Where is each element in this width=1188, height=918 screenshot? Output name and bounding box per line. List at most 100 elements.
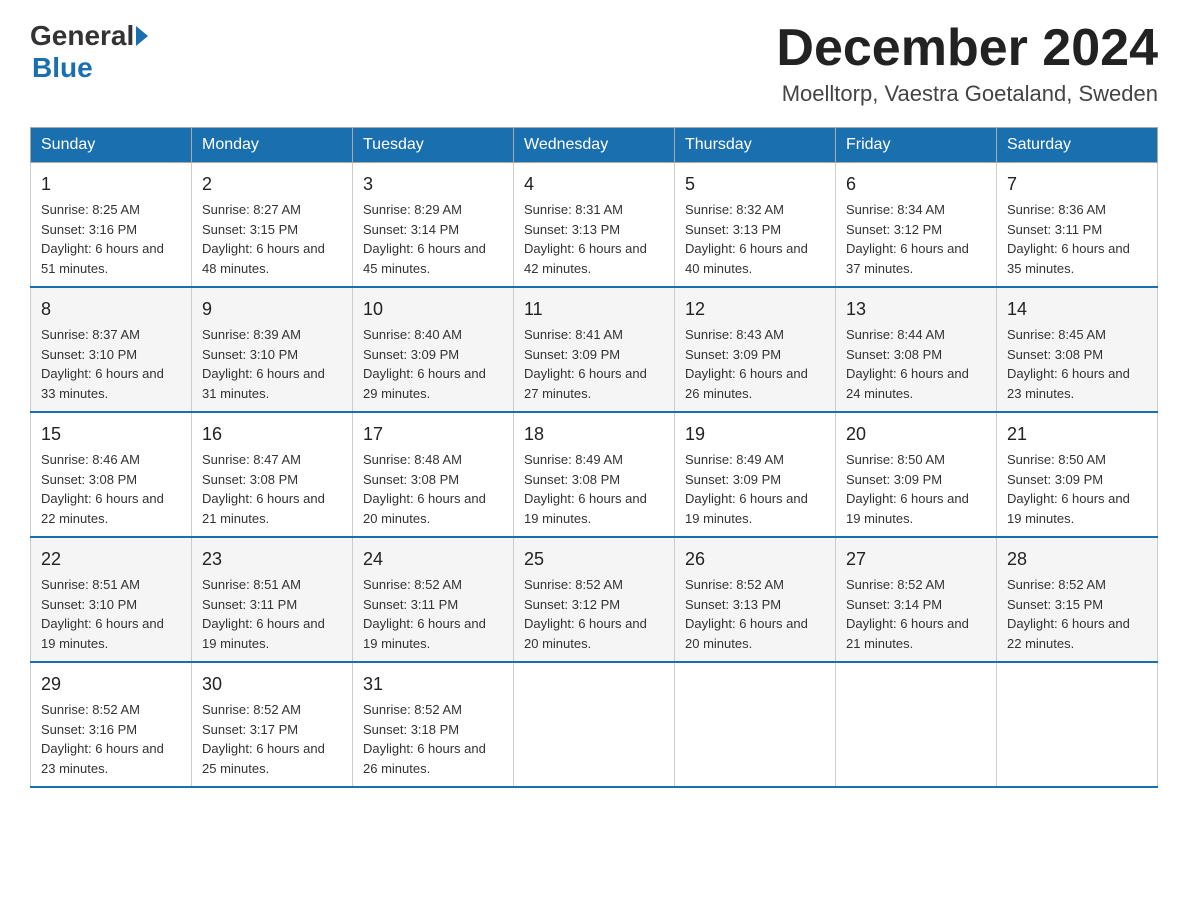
sunset-text: Sunset: 3:10 PM: [41, 347, 137, 362]
sunrise-text: Sunrise: 8:45 AM: [1007, 327, 1106, 342]
day-number: 15: [41, 421, 181, 448]
sunset-text: Sunset: 3:10 PM: [202, 347, 298, 362]
calendar-cell: [997, 662, 1158, 787]
day-number: 17: [363, 421, 503, 448]
daylight-text: Daylight: 6 hours and 19 minutes.: [1007, 491, 1130, 526]
daylight-text: Daylight: 6 hours and 29 minutes.: [363, 366, 486, 401]
day-number: 8: [41, 296, 181, 323]
day-number: 6: [846, 171, 986, 198]
calendar-cell: 5Sunrise: 8:32 AMSunset: 3:13 PMDaylight…: [675, 163, 836, 288]
daylight-text: Daylight: 6 hours and 19 minutes.: [202, 616, 325, 651]
sunrise-text: Sunrise: 8:52 AM: [363, 577, 462, 592]
calendar-cell: 29Sunrise: 8:52 AMSunset: 3:16 PMDayligh…: [31, 662, 192, 787]
sunrise-text: Sunrise: 8:39 AM: [202, 327, 301, 342]
day-number: 26: [685, 546, 825, 573]
calendar-table: Sunday Monday Tuesday Wednesday Thursday…: [30, 127, 1158, 788]
sunrise-text: Sunrise: 8:46 AM: [41, 452, 140, 467]
sunrise-text: Sunrise: 8:36 AM: [1007, 202, 1106, 217]
title-block: December 2024 Moelltorp, Vaestra Goetala…: [776, 20, 1158, 107]
calendar-cell: 31Sunrise: 8:52 AMSunset: 3:18 PMDayligh…: [353, 662, 514, 787]
daylight-text: Daylight: 6 hours and 20 minutes.: [524, 616, 647, 651]
daylight-text: Daylight: 6 hours and 20 minutes.: [685, 616, 808, 651]
calendar-week-4: 22 Sunrise: 8:51 AM Sunset: 3:10 PM Dayligh…: [31, 537, 1158, 662]
month-title: December 2024: [776, 20, 1158, 77]
sunset-text: Sunset: 3:13 PM: [685, 222, 781, 237]
sunrise-text: Sunrise: 8:52 AM: [202, 702, 301, 717]
header-row: Sunday Monday Tuesday Wednesday Thursday…: [31, 128, 1158, 163]
day-number: 9: [202, 296, 342, 323]
daylight-text: Daylight: 6 hours and 22 minutes.: [41, 491, 164, 526]
sunrise-text: Sunrise: 8:51 AM: [41, 577, 140, 592]
calendar-cell: 10Sunrise: 8:40 AMSunset: 3:09 PMDayligh…: [353, 287, 514, 412]
day-number: 14: [1007, 296, 1147, 323]
calendar-cell: 6Sunrise: 8:34 AMSunset: 3:12 PMDaylight…: [836, 163, 997, 288]
daylight-text: Daylight: 6 hours and 19 minutes.: [524, 491, 647, 526]
daylight-text: Daylight: 6 hours and 33 minutes.: [41, 366, 164, 401]
day-number: 2: [202, 171, 342, 198]
day-number: 31: [363, 671, 503, 698]
day-number: 12: [685, 296, 825, 323]
sunrise-text: Sunrise: 8:44 AM: [846, 327, 945, 342]
calendar-cell: 18Sunrise: 8:49 AMSunset: 3:08 PMDayligh…: [514, 412, 675, 537]
sunrise-text: Sunrise: 8:29 AM: [363, 202, 462, 217]
col-sunday: Sunday: [31, 128, 192, 163]
day-number: 20: [846, 421, 986, 448]
logo-general-text: General: [30, 20, 134, 52]
sunrise-text: Sunrise: 8:52 AM: [363, 702, 462, 717]
day-number: 25: [524, 546, 664, 573]
calendar-week-3: 15 Sunrise: 8:46 AM Sunset: 3:08 PM Dayligh…: [31, 412, 1158, 537]
col-friday: Friday: [836, 128, 997, 163]
day-number: 10: [363, 296, 503, 323]
calendar-cell: 27Sunrise: 8:52 AMSunset: 3:14 PMDayligh…: [836, 537, 997, 662]
day-number: 11: [524, 296, 664, 323]
sunrise-text: Sunrise: 8:52 AM: [685, 577, 784, 592]
sunset-text: Sunset: 3:14 PM: [363, 222, 459, 237]
daylight-text: Daylight: 6 hours and 26 minutes.: [685, 366, 808, 401]
sunrise-text: Sunrise: 8:37 AM: [41, 327, 140, 342]
daylight-text: Daylight: 6 hours and 40 minutes.: [685, 241, 808, 276]
sunset-text: Sunset: 3:15 PM: [1007, 597, 1103, 612]
logo-blue-text: Blue: [32, 52, 93, 84]
day-number: 22: [41, 546, 181, 573]
sunset-text: Sunset: 3:13 PM: [685, 597, 781, 612]
calendar-cell: 11Sunrise: 8:41 AMSunset: 3:09 PMDayligh…: [514, 287, 675, 412]
day-number: 13: [846, 296, 986, 323]
sunset-text: Sunset: 3:10 PM: [41, 597, 137, 612]
sunset-text: Sunset: 3:17 PM: [202, 722, 298, 737]
day-number: 1: [41, 171, 181, 198]
sunset-text: Sunset: 3:08 PM: [1007, 347, 1103, 362]
sunrise-text: Sunrise: 8:49 AM: [524, 452, 623, 467]
location-text: Moelltorp, Vaestra Goetaland, Sweden: [776, 81, 1158, 107]
daylight-text: Daylight: 6 hours and 20 minutes.: [363, 491, 486, 526]
daylight-text: Daylight: 6 hours and 19 minutes.: [685, 491, 808, 526]
sunset-text: Sunset: 3:08 PM: [524, 472, 620, 487]
sunset-text: Sunset: 3:13 PM: [524, 222, 620, 237]
day-number: 19: [685, 421, 825, 448]
calendar-cell: 20Sunrise: 8:50 AMSunset: 3:09 PMDayligh…: [836, 412, 997, 537]
calendar-cell: 12Sunrise: 8:43 AMSunset: 3:09 PMDayligh…: [675, 287, 836, 412]
sunset-text: Sunset: 3:12 PM: [524, 597, 620, 612]
daylight-text: Daylight: 6 hours and 35 minutes.: [1007, 241, 1130, 276]
sunset-text: Sunset: 3:16 PM: [41, 222, 137, 237]
sunset-text: Sunset: 3:08 PM: [41, 472, 137, 487]
sunrise-text: Sunrise: 8:34 AM: [846, 202, 945, 217]
day-number: 5: [685, 171, 825, 198]
col-tuesday: Tuesday: [353, 128, 514, 163]
calendar-cell: 16Sunrise: 8:47 AMSunset: 3:08 PMDayligh…: [192, 412, 353, 537]
daylight-text: Daylight: 6 hours and 25 minutes.: [202, 741, 325, 776]
calendar-cell: 17Sunrise: 8:48 AMSunset: 3:08 PMDayligh…: [353, 412, 514, 537]
col-monday: Monday: [192, 128, 353, 163]
col-saturday: Saturday: [997, 128, 1158, 163]
day-number: 23: [202, 546, 342, 573]
sunrise-text: Sunrise: 8:27 AM: [202, 202, 301, 217]
calendar-cell: 8 Sunrise: 8:37 AM Sunset: 3:10 PM Daylight…: [31, 287, 192, 412]
calendar-cell: 26 Sunrise: 8:52 AM Sunset: 3:13 PM Dayligh…: [675, 537, 836, 662]
calendar-cell: [836, 662, 997, 787]
daylight-text: Daylight: 6 hours and 23 minutes.: [1007, 366, 1130, 401]
calendar-week-5: 29Sunrise: 8:52 AMSunset: 3:16 PMDayligh…: [31, 662, 1158, 787]
logo: General Blue: [30, 20, 150, 84]
sunset-text: Sunset: 3:11 PM: [202, 597, 297, 612]
calendar-cell: 4Sunrise: 8:31 AMSunset: 3:13 PMDaylight…: [514, 163, 675, 288]
daylight-text: Daylight: 6 hours and 19 minutes.: [363, 616, 486, 651]
sunset-text: Sunset: 3:09 PM: [685, 347, 781, 362]
